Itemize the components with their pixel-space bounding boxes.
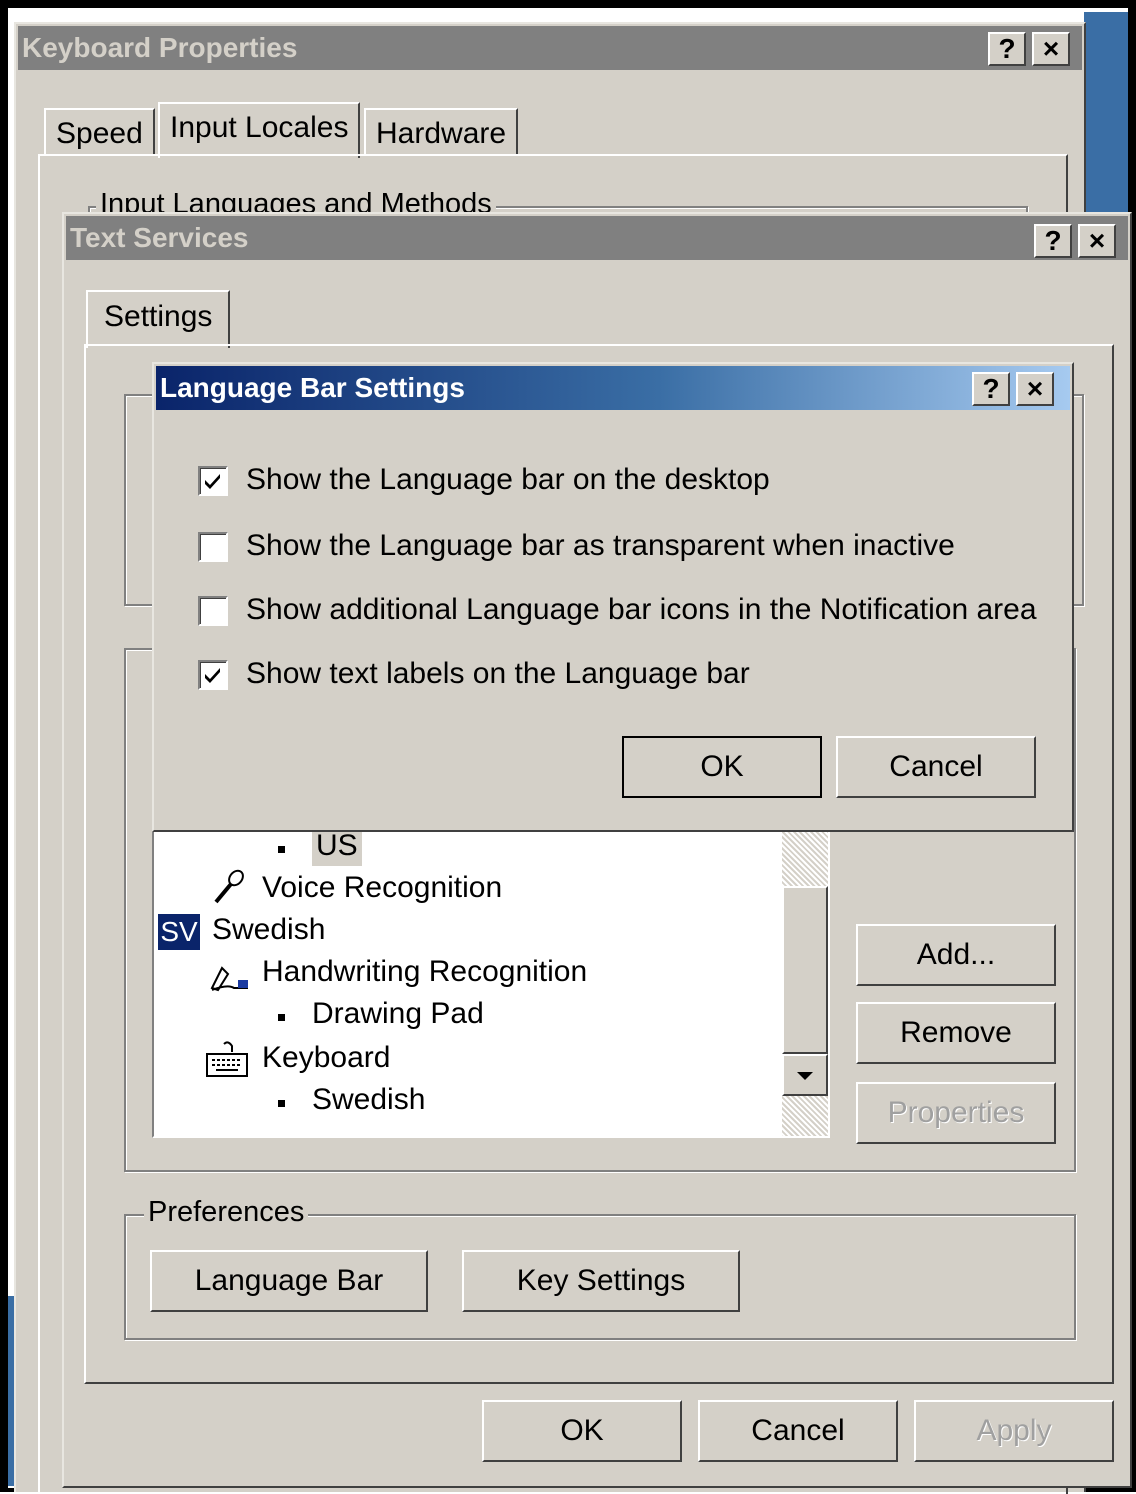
checkmark-icon	[205, 668, 220, 683]
option-checkbox-1[interactable]	[198, 532, 228, 562]
bullet-icon	[278, 846, 285, 853]
list-item-voice-recognition[interactable]: Voice Recognition	[262, 868, 502, 908]
list-item-handwriting-recognition[interactable]: Handwriting Recognition	[262, 952, 587, 992]
option-label-3[interactable]: Show text labels on the Language bar	[246, 656, 750, 692]
language-bar-settings-title: Language Bar Settings	[160, 372, 465, 403]
preferences-group-label: Preferences	[144, 1196, 309, 1228]
option-label-2[interactable]: Show additional Language bar icons in th…	[246, 592, 1037, 628]
close-button[interactable]: ×	[1078, 224, 1116, 258]
checkmark-icon	[205, 474, 220, 489]
help-button[interactable]: ?	[988, 32, 1026, 66]
desktop-background	[1084, 12, 1128, 212]
list-item-drawing-pad[interactable]: Drawing Pad	[312, 994, 484, 1034]
bullet-icon	[278, 1100, 285, 1107]
close-button[interactable]: ×	[1032, 32, 1070, 66]
language-bar-settings-dialog: Language Bar Settings ? × Show the Langu…	[152, 362, 1074, 832]
list-item-keyboard-swedish[interactable]: Swedish	[312, 1080, 425, 1120]
option-checkbox-2[interactable]	[198, 596, 228, 626]
installed-services-list[interactable]: US Voice Recognition SV Swedish Handwrit…	[152, 794, 830, 1138]
keyboard-icon	[204, 1040, 250, 1080]
language-bar-button[interactable]: Language Bar	[150, 1250, 428, 1312]
remove-button[interactable]: Remove	[856, 1002, 1056, 1064]
list-item-keyboard[interactable]: Keyboard	[262, 1038, 390, 1078]
close-button[interactable]: ×	[1016, 372, 1054, 406]
keyboard-properties-titlebar: Keyboard Properties	[18, 26, 1082, 70]
option-checkbox-3[interactable]	[198, 660, 228, 690]
text-services-title: Text Services	[70, 222, 249, 253]
option-label-0[interactable]: Show the Language bar on the desktop	[246, 462, 770, 498]
scroll-down-button[interactable]	[782, 1054, 828, 1096]
scroll-down-arrow-icon	[797, 1072, 813, 1080]
cancel-button[interactable]: Cancel	[698, 1400, 898, 1462]
option-checkbox-0[interactable]	[198, 466, 228, 496]
tab-speed[interactable]: Speed	[44, 108, 155, 156]
help-button[interactable]: ?	[972, 372, 1010, 406]
microphone-icon	[210, 868, 246, 908]
list-item-us[interactable]: US	[312, 826, 362, 866]
language-bar-settings-titlebar: Language Bar Settings	[156, 366, 1070, 410]
properties-button[interactable]: Properties	[856, 1082, 1056, 1144]
bullet-icon	[278, 1014, 285, 1021]
handwriting-icon	[208, 954, 250, 994]
cancel-button[interactable]: Cancel	[836, 736, 1036, 798]
tab-settings[interactable]: Settings	[86, 290, 231, 348]
apply-button[interactable]: Apply	[914, 1400, 1114, 1462]
ok-button[interactable]: OK	[482, 1400, 682, 1462]
tab-input-locales[interactable]: Input Locales	[158, 102, 361, 158]
tab-hardware[interactable]: Hardware	[364, 108, 519, 156]
option-label-1[interactable]: Show the Language bar as transparent whe…	[246, 528, 955, 564]
help-button[interactable]: ?	[1034, 224, 1072, 258]
key-settings-button[interactable]: Key Settings	[462, 1250, 740, 1312]
language-badge-sv: SV	[158, 914, 200, 950]
list-item-swedish[interactable]: Swedish	[212, 910, 325, 950]
add-button[interactable]: Add...	[856, 924, 1056, 986]
keyboard-properties-title: Keyboard Properties	[22, 32, 298, 63]
ok-button[interactable]: OK	[622, 736, 822, 798]
text-services-titlebar: Text Services	[66, 216, 1128, 260]
list-scrollbar-thumb[interactable]	[782, 886, 828, 1054]
